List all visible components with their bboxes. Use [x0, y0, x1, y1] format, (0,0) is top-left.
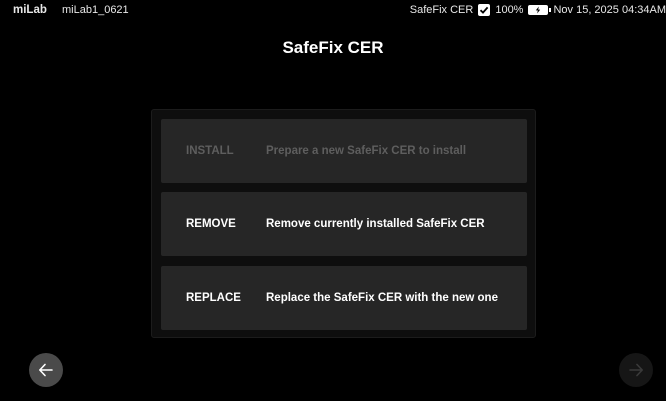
brand-name: miLab	[13, 4, 47, 16]
datetime: Nov 15, 2025 04:34AM	[553, 4, 666, 16]
battery-percent: 100%	[495, 4, 524, 16]
next-button	[619, 353, 653, 387]
install-label: INSTALL	[186, 145, 234, 157]
remove-option[interactable]: REMOVE Remove currently installed SafeFi…	[161, 192, 527, 256]
back-button[interactable]	[29, 353, 63, 387]
replace-option[interactable]: REPLACE Replace the SafeFix CER with the…	[161, 266, 527, 330]
options-panel: INSTALL Prepare a new SafeFix CER to ins…	[151, 109, 536, 338]
checkbox-checked-icon	[478, 4, 491, 16]
arrow-left-icon	[39, 363, 53, 377]
battery-charging-icon	[528, 5, 552, 15]
remove-label: REMOVE	[186, 218, 236, 230]
remove-description: Remove currently installed SafeFix CER	[266, 218, 485, 230]
product-label: SafeFix CER	[409, 4, 474, 16]
replace-description: Replace the SafeFix CER with the new one	[266, 292, 498, 304]
status-right: SafeFix CER 100% Nov 15, 2025 04:34AM	[410, 4, 666, 16]
arrow-right-icon	[629, 363, 643, 377]
install-description: Prepare a new SafeFix CER to install	[266, 145, 467, 157]
screen: miLab miLab1_0621 SafeFix CER 100% Nov 1…	[0, 0, 666, 401]
page-title: SafeFix CER	[282, 38, 384, 57]
device-id: miLab1_0621	[62, 4, 129, 16]
install-option: INSTALL Prepare a new SafeFix CER to ins…	[161, 119, 527, 183]
status-bar: miLab miLab1_0621 SafeFix CER 100% Nov 1…	[0, 0, 666, 22]
replace-label: REPLACE	[186, 292, 241, 304]
